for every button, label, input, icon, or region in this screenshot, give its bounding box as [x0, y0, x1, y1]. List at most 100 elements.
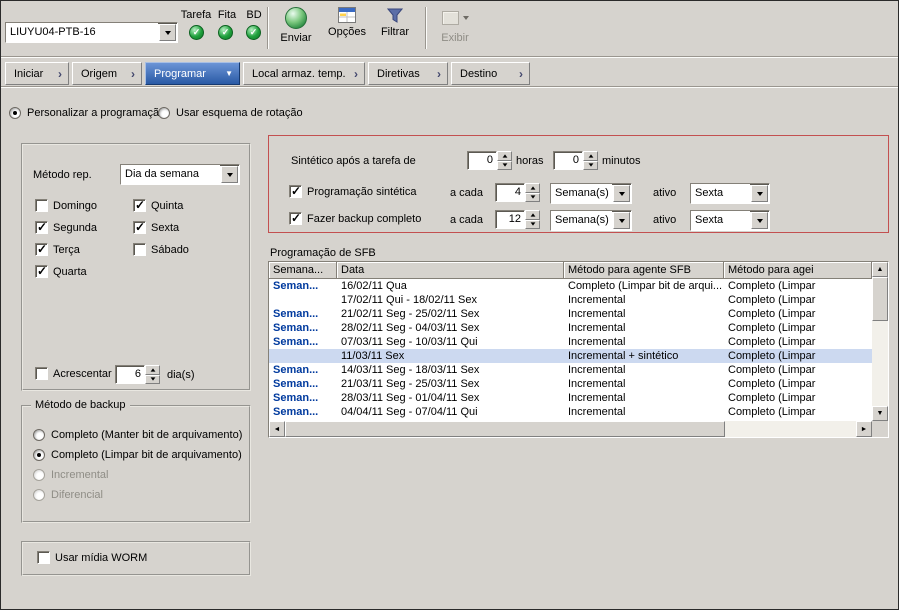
spinner-buttons [525, 210, 540, 229]
table-row[interactable]: Seman... 04/04/11 Seg - 07/04/11 Qui Inc… [269, 405, 872, 419]
spinner-up-button[interactable] [583, 151, 598, 161]
combo-dropdown-button[interactable] [159, 24, 176, 41]
hours-spinner[interactable]: 0 [467, 151, 512, 170]
radio-diferencial[interactable]: Diferencial [33, 489, 103, 501]
checkbox-box [35, 221, 48, 234]
chevron-up-icon [530, 186, 535, 189]
append-days-spinner[interactable]: 6 [115, 365, 160, 384]
repeat-method-groupbox: Método rep. Dia da semana Domingo Segund… [21, 143, 251, 391]
scroll-right-button[interactable]: ► [856, 421, 872, 437]
tab-iniciar[interactable]: Iniciar › [5, 62, 69, 85]
day-checkbox-quinta[interactable]: Quinta [133, 199, 183, 212]
minutes-spinner[interactable]: 0 [553, 151, 598, 170]
tab-label: Local armaz. temp. [252, 68, 346, 80]
spinner-down-button[interactable] [525, 220, 540, 230]
radio-incremental[interactable]: Incremental [33, 469, 108, 481]
column-header-metodo-sfb[interactable]: Método para agente SFB [564, 262, 724, 279]
opcoes-button[interactable]: Opções [323, 4, 371, 38]
spinner-buttons [583, 151, 598, 170]
cell-method-agent: Completo (Limpar [724, 307, 872, 321]
spinner-down-button[interactable] [583, 161, 598, 171]
table-row[interactable]: Seman... 07/03/11 Seg - 10/03/11 Qui Inc… [269, 335, 872, 349]
spinner-up-button[interactable] [497, 151, 512, 161]
column-header-semana[interactable]: Semana... [269, 262, 337, 279]
method-combo[interactable]: Dia da semana [120, 164, 240, 185]
button-label: Enviar [280, 32, 311, 44]
spinner-up-button[interactable] [525, 210, 540, 220]
table-row[interactable]: Seman... 16/02/11 Qua Completo (Limpar b… [269, 279, 872, 293]
chevron-down-icon [530, 196, 535, 199]
horizontal-scrollbar[interactable]: ◄ ► [269, 421, 888, 437]
scroll-track[interactable] [872, 321, 888, 406]
scroll-thumb[interactable] [285, 421, 725, 437]
worm-media-checkbox[interactable]: Usar mídia WORM [37, 551, 147, 564]
synthetic-unit-combo[interactable]: Semana(s) [550, 183, 632, 204]
synthetic-every-spinner[interactable]: 4 [495, 183, 540, 202]
button-label: Opções [328, 26, 366, 38]
day-checkbox-quarta[interactable]: Quarta [35, 265, 87, 278]
append-days-checkbox[interactable]: Acrescentar [35, 367, 112, 380]
radio-completo-limpar[interactable]: Completo (Limpar bit de arquivamento) [33, 449, 242, 461]
cell-method-agent: Completo (Limpar [724, 293, 872, 307]
spinner-value: 0 [467, 151, 497, 170]
day-checkbox-sexta[interactable]: Sexta [133, 221, 179, 234]
rotation-schedule-radio[interactable]: Usar esquema de rotação [158, 107, 303, 119]
spinner-down-button[interactable] [145, 375, 160, 385]
table-row[interactable]: Seman... 21/02/11 Seg - 25/02/11 Sex Inc… [269, 307, 872, 321]
tab-destino[interactable]: Destino › [451, 62, 530, 85]
column-header-metodo-agente[interactable]: Método para agei [724, 262, 872, 279]
combo-dropdown-button[interactable] [613, 185, 630, 202]
scroll-thumb[interactable] [872, 277, 888, 321]
combo-dropdown-button[interactable] [221, 166, 238, 183]
table-row[interactable]: Seman... 21/03/11 Seg - 25/03/11 Sex Inc… [269, 377, 872, 391]
vertical-scrollbar[interactable]: ▲ ▼ [872, 262, 888, 421]
filtrar-button[interactable]: Filtrar [373, 4, 417, 38]
custom-schedule-radio[interactable]: Personalizar a programação [9, 107, 165, 119]
table-row[interactable]: 11/03/11 Sex Incremental + sintético Com… [269, 349, 872, 363]
spinner-up-button[interactable] [525, 183, 540, 193]
spinner-down-button[interactable] [497, 161, 512, 171]
hours-label: horas [516, 155, 544, 167]
day-checkbox-sabado[interactable]: Sábado [133, 243, 189, 256]
synthetic-schedule-checkbox[interactable]: Programação sintética [289, 185, 416, 198]
exibir-button[interactable]: Exibir [431, 4, 479, 44]
chevron-down-icon: ▼ [219, 70, 233, 78]
table-row[interactable]: 17/02/11 Qui - 18/02/11 Sex Incremental … [269, 293, 872, 307]
checkbox-label: Acrescentar [53, 368, 112, 380]
spinner-down-button[interactable] [525, 193, 540, 203]
tab-diretivas[interactable]: Diretivas › [368, 62, 448, 85]
status-ok-icon: ✓ [246, 25, 261, 40]
synthetic-day-combo[interactable]: Sexta [690, 183, 770, 204]
radio-circle [33, 449, 45, 461]
cell-method-sfb: Incremental [564, 405, 724, 419]
day-checkbox-domingo[interactable]: Domingo [35, 199, 97, 212]
table-row[interactable]: Seman... 14/03/11 Seg - 18/03/11 Sex Inc… [269, 363, 872, 377]
scroll-up-button[interactable]: ▲ [872, 262, 888, 277]
chevron-down-icon [619, 192, 625, 196]
tab-local-armaz-temp[interactable]: Local armaz. temp. › [243, 62, 365, 85]
combo-dropdown-button[interactable] [613, 212, 630, 229]
radio-completo-manter[interactable]: Completo (Manter bit de arquivamento) [33, 429, 242, 441]
column-header-data[interactable]: Data [337, 262, 564, 279]
combo-value: Sexta [691, 211, 750, 230]
checkbox-label: Domingo [53, 200, 97, 212]
cell-method-agent: Completo (Limpar [724, 405, 872, 419]
tab-programar[interactable]: Programar ▼ [145, 62, 240, 85]
job-selector-combo[interactable]: LIUYU04-PTB-16 [5, 22, 178, 43]
combo-dropdown-button[interactable] [751, 185, 768, 202]
scroll-track[interactable] [725, 421, 856, 437]
table-row[interactable]: Seman... 28/02/11 Seg - 04/03/11 Sex Inc… [269, 321, 872, 335]
tab-origem[interactable]: Origem › [72, 62, 142, 85]
enviar-button[interactable]: Enviar [273, 4, 319, 44]
spinner-up-button[interactable] [145, 365, 160, 375]
full-backup-unit-combo[interactable]: Semana(s) [550, 210, 632, 231]
full-backup-every-spinner[interactable]: 12 [495, 210, 540, 229]
full-backup-checkbox[interactable]: Fazer backup completo [289, 212, 421, 225]
day-checkbox-segunda[interactable]: Segunda [35, 221, 97, 234]
full-backup-day-combo[interactable]: Sexta [690, 210, 770, 231]
scroll-left-button[interactable]: ◄ [269, 421, 285, 437]
day-checkbox-terca[interactable]: Terça [35, 243, 80, 256]
combo-dropdown-button[interactable] [751, 212, 768, 229]
scroll-down-button[interactable]: ▼ [872, 406, 888, 421]
table-row[interactable]: Seman... 28/03/11 Seg - 01/04/11 Sex Inc… [269, 391, 872, 405]
